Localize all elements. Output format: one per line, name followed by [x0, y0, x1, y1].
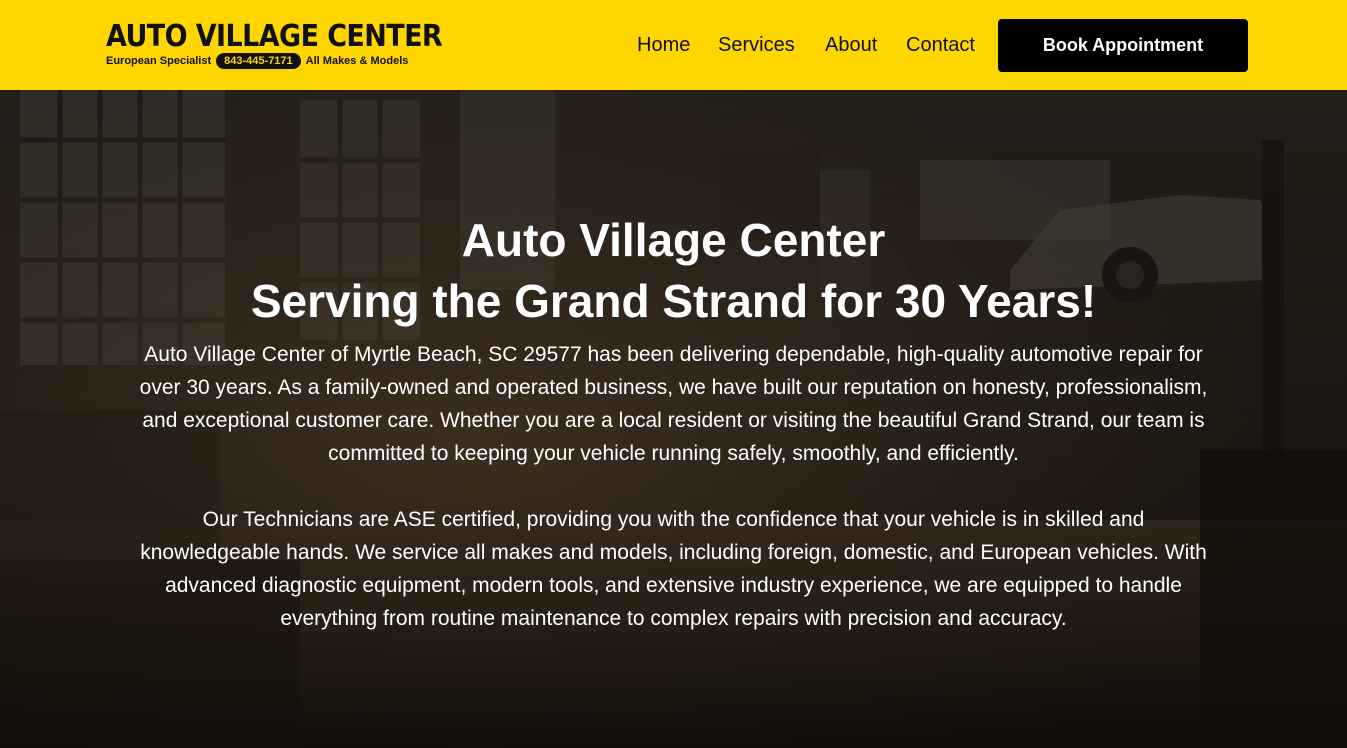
hero-paragraph-intro: Auto Village Center of Myrtle Beach, SC …	[139, 343, 1208, 465]
hero-content: Auto Village Center Serving the Grand St…	[135, 210, 1212, 635]
logo-tagline-left: European Specialist	[106, 55, 212, 67]
hero-section: Auto Village Center Serving the Grand St…	[0, 90, 1347, 748]
nav-contact[interactable]: Contact	[906, 32, 975, 58]
logo-llc: LLC	[407, 42, 419, 48]
logo-tagline-right: All Makes & Models	[305, 55, 409, 67]
logo-tagline: European Specialist 843-445-7171 All Mak…	[106, 53, 408, 69]
book-appointment-button[interactable]: Book Appointment	[998, 19, 1248, 72]
hero-title-line2: Serving the Grand Strand for 30 Years!	[250, 275, 1097, 327]
site-header: AUTO VILLAGE CENTER LLC European Special…	[0, 0, 1347, 90]
logo-title: AUTO VILLAGE CENTER	[106, 18, 443, 54]
hero-paragraph-technicians: Our Technicians are ASE certified, provi…	[140, 508, 1207, 630]
nav-about[interactable]: About	[825, 32, 877, 58]
site-logo[interactable]: AUTO VILLAGE CENTER LLC European Special…	[106, 19, 443, 70]
nav-services[interactable]: Services	[718, 32, 795, 58]
hero-title-line1: Auto Village Center	[461, 214, 886, 266]
nav-home[interactable]: Home	[637, 32, 690, 58]
logo-phone-badge: 843-445-7171	[216, 53, 301, 69]
hero-title: Auto Village Center Serving the Grand St…	[135, 210, 1212, 332]
